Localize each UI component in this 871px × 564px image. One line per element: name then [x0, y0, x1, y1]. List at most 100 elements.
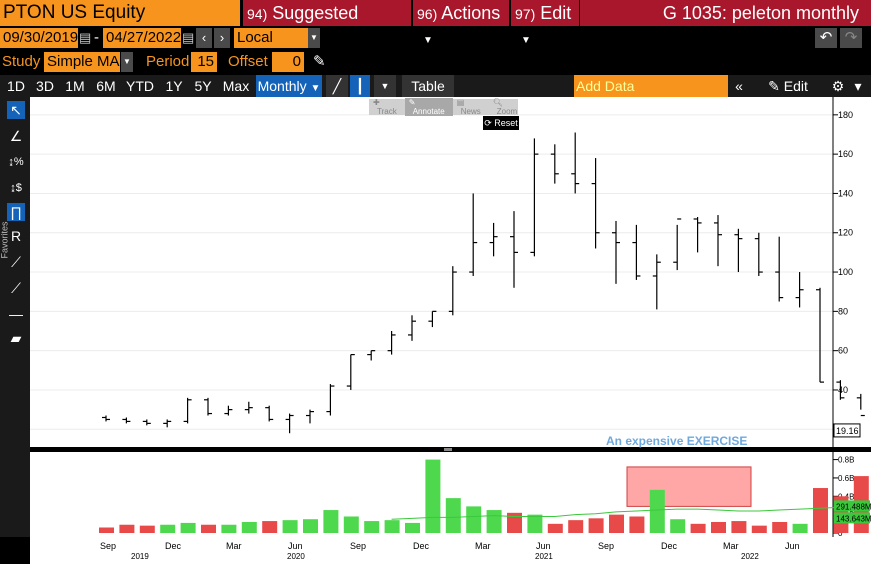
volume-bar: [303, 519, 318, 533]
x-tick-label: Dec: [661, 541, 678, 551]
volume-bar: [445, 498, 461, 533]
period-field[interactable]: 15: [191, 52, 217, 72]
volume-bar: [609, 514, 624, 533]
suggested-charts-number: 94): [247, 6, 268, 22]
period-button-3d[interactable]: 3D: [33, 75, 57, 97]
redo-icon[interactable]: ↷: [840, 28, 862, 48]
price-chart[interactable]: 2040608010012014016018019.1600.2B0.4B0.6…: [30, 97, 871, 537]
x-tick-label: Mar: [723, 541, 739, 551]
zoom-tool[interactable]: 🔍︎ Zoom: [489, 98, 525, 116]
period-button-6m[interactable]: 6M: [93, 75, 119, 97]
volume-bar: [139, 525, 155, 533]
volume-bar: [568, 520, 584, 533]
prev-period-icon[interactable]: ‹: [196, 28, 212, 48]
volume-bar: [364, 521, 380, 533]
price-tick-label: 180: [838, 110, 853, 120]
settings-icon[interactable]: ⚙: [830, 75, 846, 97]
regression-icon[interactable]: R: [7, 227, 25, 245]
volume-bar: [180, 522, 196, 533]
volume-bar: [527, 514, 543, 533]
period-button-5y[interactable]: 5Y: [191, 75, 215, 97]
options-icon[interactable]: ▾: [850, 75, 866, 97]
volume-bar: [384, 520, 400, 533]
last-price-label: 19.16: [836, 426, 859, 436]
bar-tool-icon[interactable]: ∏: [7, 203, 25, 221]
collapse-icon[interactable]: «: [730, 75, 748, 97]
price-tick-label: 140: [838, 188, 853, 198]
x-tick-label: Mar: [226, 541, 242, 551]
line-chart-icon[interactable]: ╱: [326, 75, 348, 97]
chart-area[interactable]: 2040608010012014016018019.1600.2B0.4B0.6…: [30, 97, 871, 537]
annotate-tool[interactable]: ✎ Annotate: [404, 98, 453, 116]
study-label: Study: [2, 53, 41, 70]
reset-button[interactable]: ⟳ Reset: [483, 116, 519, 130]
volume-bar: [731, 521, 747, 533]
period-button-1d[interactable]: 1D: [4, 75, 28, 97]
edit-menu[interactable]: 97) Edit ▼: [511, 0, 579, 46]
x-tick-label: Sep: [100, 541, 117, 551]
price-tick-label: 100: [838, 267, 853, 277]
x-year-label: 2022: [741, 552, 759, 561]
trend-icon[interactable]: ⟋: [7, 253, 25, 271]
x-tick-label: Dec: [413, 541, 430, 551]
pencil-icon: ✎: [768, 78, 780, 94]
calendar-icon[interactable]: ▤: [182, 28, 194, 48]
chart-type-dropdown-icon[interactable]: ▼: [374, 75, 396, 97]
edit-chart-button[interactable]: ✎ Edit Chart: [752, 75, 824, 116]
calendar-icon[interactable]: ▤: [79, 28, 91, 48]
actions-number: 96): [417, 6, 438, 22]
currency-select[interactable]: Local CCY: [234, 28, 308, 66]
offset-field[interactable]: 0: [272, 52, 304, 72]
x-year-label: 2021: [535, 552, 553, 561]
horizontal-line-icon[interactable]: —: [7, 305, 25, 323]
next-period-icon[interactable]: ›: [214, 28, 230, 48]
volume-bar: [792, 523, 808, 533]
volume-bar: [670, 519, 686, 533]
channel-icon[interactable]: ⟋: [7, 279, 25, 297]
chart-title: G 1035: peleton monthly: [580, 0, 871, 26]
volume-moving-average: [391, 505, 861, 520]
x-year-label: 2019: [131, 552, 149, 561]
study-dropdown-icon[interactable]: ▼: [121, 52, 133, 72]
bar-chart-icon[interactable]: ┃: [350, 75, 370, 97]
volume-bar: [221, 524, 237, 533]
offset-label: Offset: [228, 53, 268, 70]
volume-bar: [690, 523, 706, 533]
volume-bar: [241, 521, 257, 533]
volume-bar: [772, 521, 788, 533]
x-tick-label: Jun: [785, 541, 800, 551]
draw-line-icon[interactable]: ∠: [7, 127, 25, 145]
x-tick-label: Mar: [475, 541, 491, 551]
frequency-select[interactable]: Monthly ▼: [256, 75, 322, 97]
price-tick-label: 80: [838, 306, 848, 316]
pencil-icon[interactable]: ✎: [313, 52, 326, 72]
volume-bar: [343, 516, 359, 533]
security-ticker[interactable]: PTON US Equity: [0, 0, 240, 26]
currency-dropdown-icon[interactable]: ▼: [308, 28, 320, 48]
end-date-field[interactable]: 04/27/2022: [103, 28, 181, 48]
fill-icon[interactable]: ▰: [7, 329, 25, 347]
add-data-input[interactable]: Add Data: [574, 75, 728, 97]
cursor-icon[interactable]: ↖: [7, 101, 25, 119]
edit-label: Edit: [540, 3, 572, 23]
volume-bar: [323, 510, 339, 533]
period-button-max[interactable]: Max: [220, 75, 252, 97]
study-type-select[interactable]: Simple MA: [44, 52, 120, 72]
drawing-tools-panel: ↖ ∠ ↨% ↨$ ∏ R ⟋ ⟋ — ▰ Favorites: [0, 97, 30, 537]
x-tick-label: Jun: [536, 541, 551, 551]
news-tool[interactable]: ▤ News: [453, 98, 489, 116]
start-date-field[interactable]: 09/30/2019: [0, 28, 78, 48]
volume-tick-label: 0.8B: [838, 456, 854, 465]
suggested-charts-menu[interactable]: 94) Suggested Charts ▼: [243, 0, 411, 50]
track-tool[interactable]: ✚ Track: [369, 98, 405, 116]
period-button-ytd[interactable]: YTD: [125, 75, 155, 97]
table-button[interactable]: Table: [402, 75, 454, 97]
price-tick-label: 120: [838, 228, 853, 238]
percent-icon[interactable]: ↨%: [7, 153, 25, 171]
dollar-icon[interactable]: ↨$: [7, 179, 25, 197]
actions-menu[interactable]: 96) Actions ▼: [413, 0, 509, 46]
period-button-1y[interactable]: 1Y: [162, 75, 186, 97]
panel-resize-handle: [444, 448, 452, 451]
period-button-1m[interactable]: 1M: [63, 75, 87, 97]
undo-icon[interactable]: ↶: [815, 28, 837, 48]
